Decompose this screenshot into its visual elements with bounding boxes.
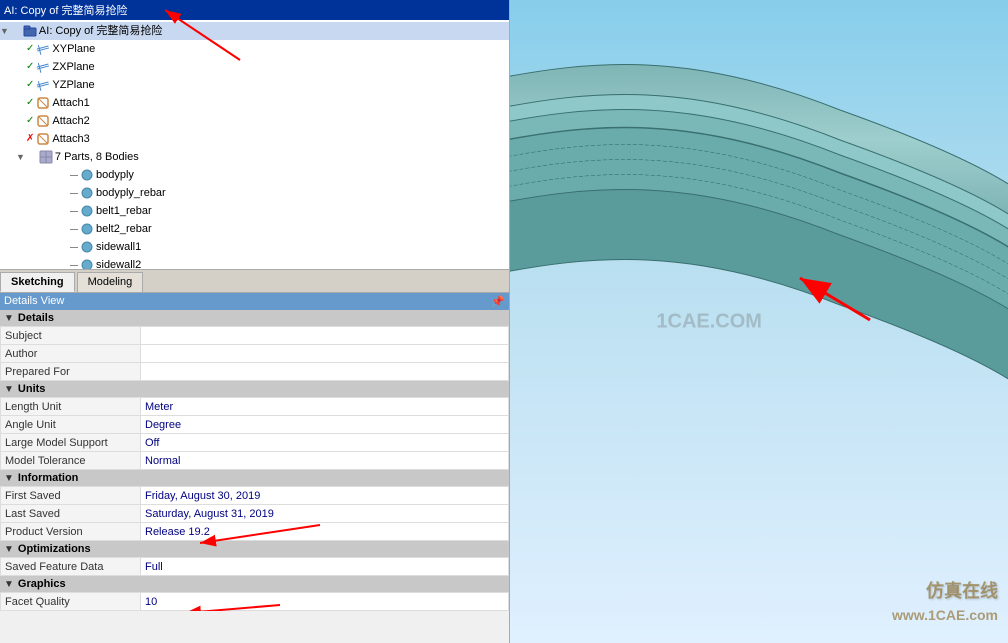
row-label: First Saved	[1, 487, 141, 505]
tree-title: AI: Copy of 完整简易抢险	[4, 2, 127, 18]
tree-item-attach3[interactable]: ✗ Attach3	[0, 130, 509, 148]
row-value: Degree	[141, 416, 509, 434]
details-section-information: ▼InformationFirst Saved Friday, August 3…	[0, 470, 509, 541]
details-header-label: Details View	[4, 295, 64, 308]
details-table-graphics: Facet Quality 10	[0, 592, 509, 611]
tree-item-label: AI: Copy of 完整简易抢险	[39, 23, 162, 39]
viewport-watermark-brand: 仿真在线	[926, 577, 998, 603]
table-row: Product Version Release 19.2	[1, 523, 509, 541]
tree-item-belt2_rebar[interactable]: belt2_rebar	[0, 220, 509, 238]
row-value	[141, 327, 509, 345]
details-table-information: First Saved Friday, August 30, 2019Last …	[0, 486, 509, 541]
table-row: Angle Unit Degree	[1, 416, 509, 434]
tree-item-label: 7 Parts, 8 Bodies	[55, 149, 139, 165]
details-section-units: ▼UnitsLength Unit MeterAngle Unit Degree…	[0, 381, 509, 470]
tree-item-label: XYPlane	[52, 41, 95, 57]
section-header-units[interactable]: ▼Units	[0, 381, 509, 397]
row-value: Saturday, August 31, 2019	[141, 505, 509, 523]
table-row: Length Unit Meter	[1, 398, 509, 416]
details-section-optimizations: ▼OptimizationsSaved Feature Data Full	[0, 541, 509, 576]
table-row: Last Saved Saturday, August 31, 2019	[1, 505, 509, 523]
row-value: Full	[141, 558, 509, 576]
row-label: Prepared For	[1, 363, 141, 381]
tree-item-label: YZPlane	[52, 77, 94, 93]
table-row: First Saved Friday, August 30, 2019	[1, 487, 509, 505]
section-header-graphics[interactable]: ▼Graphics	[0, 576, 509, 592]
tree-item-attach2[interactable]: ✓ Attach2	[0, 112, 509, 130]
row-label: Last Saved	[1, 505, 141, 523]
row-label: Subject	[1, 327, 141, 345]
tree-item-zx[interactable]: ✓ ZXPlane	[0, 58, 509, 76]
tree-item-label: belt1_rebar	[96, 203, 152, 219]
pin-icon: 📌	[491, 295, 505, 308]
tree-item-sidewall1[interactable]: sidewall1	[0, 238, 509, 256]
tree-content: ▼ AI: Copy of 完整简易抢险✓ XYPlane✓ ZXPlane✓ …	[0, 20, 509, 270]
tree-item-label: ZXPlane	[52, 59, 94, 75]
right-panel: 1CAE.COM 仿真在线 www.1CAE.com	[510, 0, 1008, 643]
tree-item-root[interactable]: ▼ AI: Copy of 完整简易抢险	[0, 22, 509, 40]
tree-item-yz[interactable]: ✓ YZPlane	[0, 76, 509, 94]
row-value	[141, 345, 509, 363]
viewport-watermark-url: www.1CAE.com	[892, 607, 998, 623]
table-row: Model Tolerance Normal	[1, 452, 509, 470]
details-header: Details View 📌	[0, 293, 509, 310]
row-value: 10	[141, 593, 509, 611]
details-area: Details View 📌 ▼DetailsSubject Author Pr…	[0, 293, 509, 643]
tree-item-label: sidewall1	[96, 239, 141, 255]
tree-title-bar: AI: Copy of 完整简易抢险	[0, 0, 509, 20]
row-label: Length Unit	[1, 398, 141, 416]
table-row: Prepared For	[1, 363, 509, 381]
tree-item-label: belt2_rebar	[96, 221, 152, 237]
details-section-details: ▼DetailsSubject Author Prepared For	[0, 310, 509, 381]
tree-item-label: Attach1	[52, 95, 89, 111]
tree-item-label: Attach3	[52, 131, 89, 147]
details-table-details: Subject Author Prepared For	[0, 326, 509, 381]
details-section-graphics: ▼GraphicsFacet Quality 10	[0, 576, 509, 611]
table-row: Facet Quality 10	[1, 593, 509, 611]
details-wrapper: ▼DetailsSubject Author Prepared For ▼Uni…	[0, 310, 509, 611]
section-header-optimizations[interactable]: ▼Optimizations	[0, 541, 509, 557]
tree-item-parts[interactable]: ▼ 7 Parts, 8 Bodies	[0, 148, 509, 166]
row-value: Friday, August 30, 2019	[141, 487, 509, 505]
tab-modeling[interactable]: Modeling	[77, 272, 144, 292]
tree-area: AI: Copy of 完整简易抢险 ▼ AI: Copy of 完整简易抢险✓…	[0, 0, 509, 270]
row-label: Angle Unit	[1, 416, 141, 434]
row-value: Normal	[141, 452, 509, 470]
row-value: Release 19.2	[141, 523, 509, 541]
table-row: Large Model Support Off	[1, 434, 509, 452]
table-row: Subject	[1, 327, 509, 345]
viewport-bg: 1CAE.COM 仿真在线 www.1CAE.com	[510, 0, 1008, 643]
section-header-details[interactable]: ▼Details	[0, 310, 509, 326]
tree-item-sidewall2[interactable]: sidewall2	[0, 256, 509, 270]
viewport-watermark-center: 1CAE.COM	[656, 310, 762, 333]
tree-item-label: Attach2	[52, 113, 89, 129]
row-value: Off	[141, 434, 509, 452]
tree-item-label: sidewall2	[96, 257, 141, 270]
row-label: Saved Feature Data	[1, 558, 141, 576]
tree-item-bodyply_rebar[interactable]: bodyply_rebar	[0, 184, 509, 202]
tab-sketching[interactable]: Sketching	[0, 272, 75, 292]
row-label: Facet Quality	[1, 593, 141, 611]
tree-item-belt1_rebar[interactable]: belt1_rebar	[0, 202, 509, 220]
section-header-information[interactable]: ▼Information	[0, 470, 509, 486]
row-label: Large Model Support	[1, 434, 141, 452]
table-row: Author	[1, 345, 509, 363]
row-label: Product Version	[1, 523, 141, 541]
tab-area: Sketching Modeling	[0, 270, 509, 293]
row-value	[141, 363, 509, 381]
details-table-optimizations: Saved Feature Data Full	[0, 557, 509, 576]
row-label: Author	[1, 345, 141, 363]
tree-item-xy[interactable]: ✓ XYPlane	[0, 40, 509, 58]
tree-item-attach1[interactable]: ✓ Attach1	[0, 94, 509, 112]
left-panel: AI: Copy of 完整简易抢险 ▼ AI: Copy of 完整简易抢险✓…	[0, 0, 510, 643]
table-row: Saved Feature Data Full	[1, 558, 509, 576]
tree-item-label: bodyply_rebar	[96, 185, 166, 201]
row-label: Model Tolerance	[1, 452, 141, 470]
details-table-units: Length Unit MeterAngle Unit DegreeLarge …	[0, 397, 509, 470]
row-value: Meter	[141, 398, 509, 416]
tree-item-bodyply[interactable]: bodyply	[0, 166, 509, 184]
tree-item-label: bodyply	[96, 167, 134, 183]
